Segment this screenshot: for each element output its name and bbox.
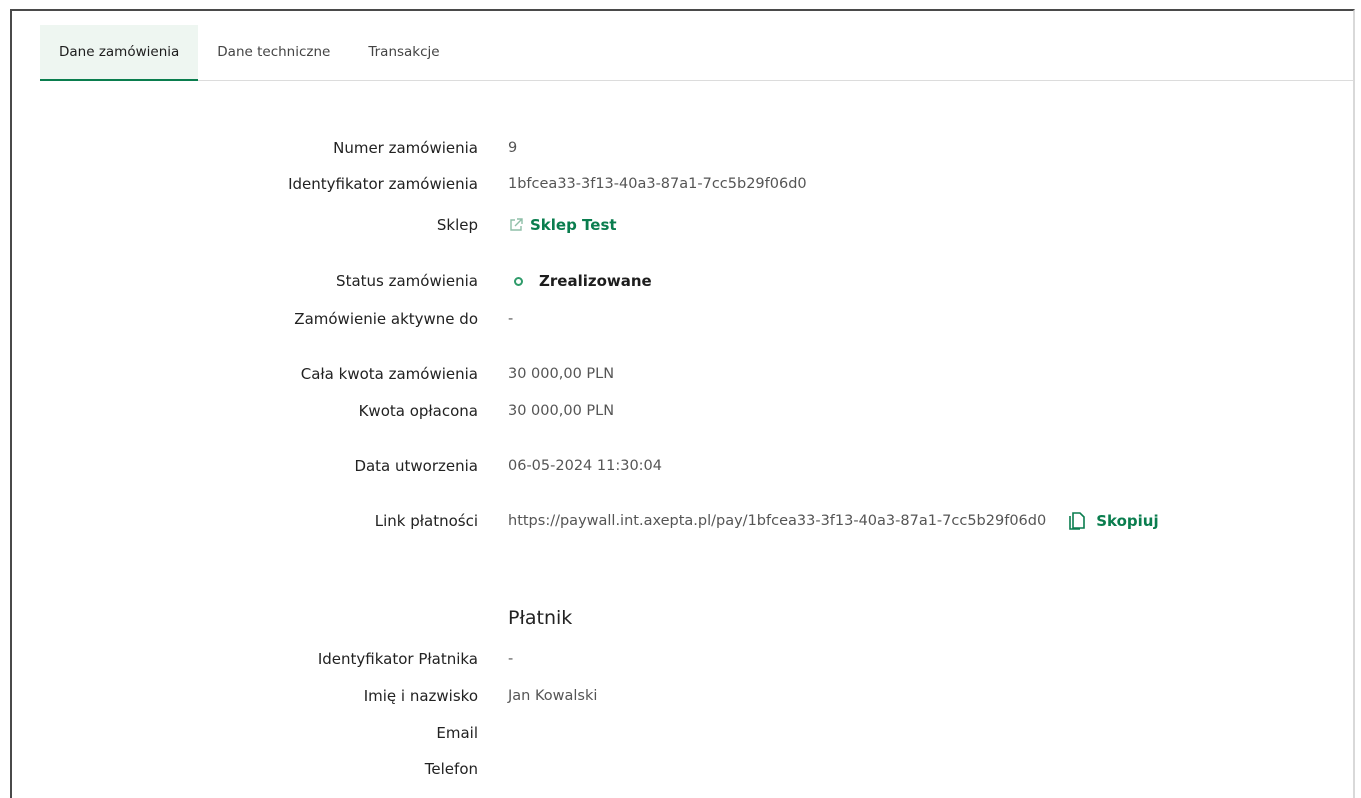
order-status-value: Zrealizowane: [508, 269, 652, 293]
row-payer-email: Email: [12, 721, 1357, 745]
payer-section-title: Płatnik: [508, 607, 573, 629]
row-order-number: Numer zamówienia 9: [12, 136, 1357, 160]
created-date-label: Data utworzenia: [354, 457, 478, 475]
total-amount-label: Cała kwota zamówienia: [300, 365, 478, 383]
copy-icon: [1069, 512, 1086, 530]
total-amount-value: 30 000,00 PLN: [508, 366, 615, 382]
row-created-date: Data utworzenia 06-05-2024 11:30:04: [12, 454, 1357, 478]
status-circle-icon: [514, 276, 523, 286]
row-payer-id: Identyfikator Płatnika -: [12, 647, 1357, 671]
shop-label: Sklep: [436, 216, 478, 234]
payment-link-url[interactable]: https://paywall.int.axepta.pl/pay/1bfcea…: [508, 509, 1046, 533]
active-until-label: Zamówienie aktywne do: [294, 310, 478, 328]
row-total-amount: Cała kwota zamówienia 30 000,00 PLN: [12, 362, 1357, 386]
payment-link-value: https://paywall.int.axepta.pl/pay/1bfcea…: [508, 509, 1159, 533]
shop-link-label: Sklep Test: [530, 216, 617, 234]
payer-name-value: Jan Kowalski: [508, 688, 598, 704]
shop-link[interactable]: Sklep Test: [508, 213, 617, 237]
paid-amount-value: 30 000,00 PLN: [508, 403, 615, 419]
payer-email-label: Email: [436, 724, 478, 742]
order-status-text: Zrealizowane: [539, 272, 652, 290]
order-number-label: Numer zamówienia: [333, 139, 478, 157]
row-payer-name: Imię i nazwisko Jan Kowalski: [12, 684, 1357, 708]
row-order-status: Status zamówienia Zrealizowane: [12, 269, 1357, 293]
row-shop: Sklep Sklep Test: [12, 213, 1357, 237]
tab-transactions[interactable]: Transakcje: [349, 25, 458, 81]
payer-phone-label: Telefon: [424, 760, 478, 778]
shop-value: Sklep Test: [508, 213, 617, 237]
row-active-until: Zamówienie aktywne do -: [12, 307, 1357, 331]
paid-amount-label: Kwota opłacona: [358, 402, 478, 420]
payer-id-value: -: [508, 651, 514, 667]
order-status-label: Status zamówienia: [336, 272, 478, 290]
tab-technical-data[interactable]: Dane techniczne: [198, 25, 349, 81]
created-date-value: 06-05-2024 11:30:04: [508, 458, 662, 474]
row-paid-amount: Kwota opłacona 30 000,00 PLN: [12, 399, 1357, 423]
order-details-panel: Dane zamówienia Dane techniczne Transakc…: [10, 9, 1355, 798]
copy-link-button[interactable]: Skopiuj: [1068, 509, 1159, 533]
tab-order-data[interactable]: Dane zamówienia: [40, 25, 199, 81]
order-number-value: 9: [508, 140, 518, 156]
row-payer-phone: Telefon: [12, 757, 1357, 781]
order-id-value: 1bfcea33-3f13-40a3-87a1-7cc5b29f06d0: [508, 176, 807, 192]
external-link-icon: [510, 218, 523, 231]
payer-id-label: Identyfikator Płatnika: [317, 650, 478, 668]
tab-bar: Dane zamówienia Dane techniczne Transakc…: [40, 25, 1353, 81]
payment-link-label: Link płatności: [374, 512, 478, 530]
active-until-value: -: [508, 311, 514, 327]
order-id-label: Identyfikator zamówienia: [288, 175, 478, 193]
row-payment-link: Link płatności https://paywall.int.axept…: [12, 509, 1357, 533]
row-order-id: Identyfikator zamówienia 1bfcea33-3f13-4…: [12, 172, 1357, 196]
copy-link-label: Skopiuj: [1096, 512, 1159, 530]
payer-name-label: Imię i nazwisko: [363, 687, 478, 705]
